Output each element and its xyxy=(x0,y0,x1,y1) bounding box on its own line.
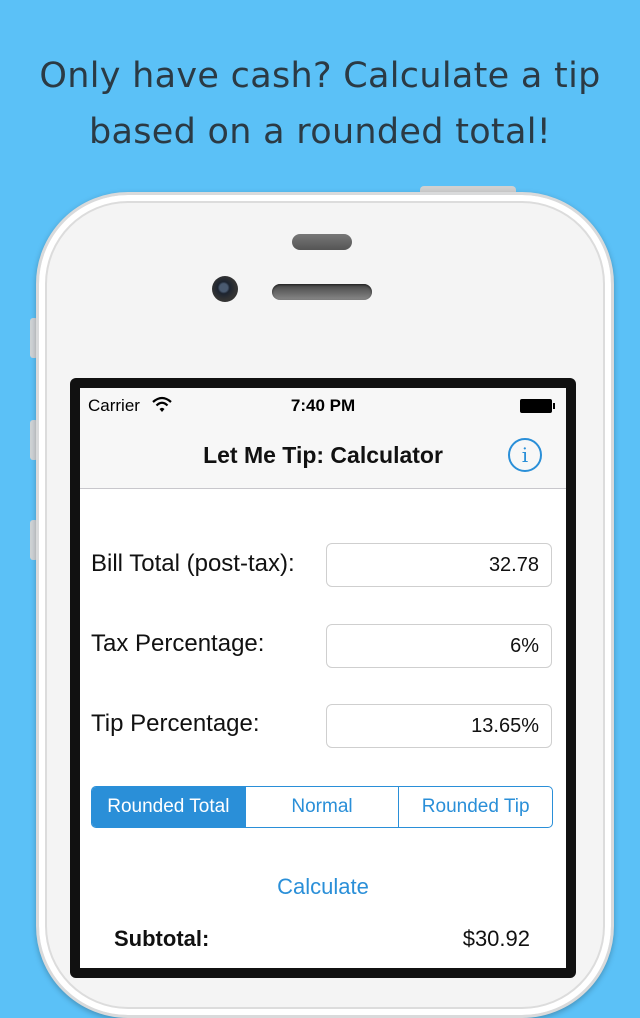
segment-normal[interactable]: Normal xyxy=(244,787,399,827)
subtotal-value: $30.92 xyxy=(462,926,530,951)
tax-percentage-field[interactable]: 6% xyxy=(326,624,552,668)
bill-total-label: Bill Total (post-tax): xyxy=(91,550,295,577)
battery-icon xyxy=(520,399,555,413)
status-bar: Carrier 7:40 PM xyxy=(80,388,566,424)
earpiece-speaker xyxy=(272,284,372,300)
phone-sensor xyxy=(292,234,352,250)
nav-title: Let Me Tip: Calculator xyxy=(203,442,443,468)
bill-total-field[interactable]: 32.78 xyxy=(326,543,552,587)
subtotal-label: Subtotal: xyxy=(114,926,210,951)
info-icon[interactable]: i xyxy=(508,438,542,472)
tip-mode-segmented-control: Rounded Total Normal Rounded Tip xyxy=(91,786,553,828)
app-screen: Carrier 7:40 PM Let Me Tip: Calculator i… xyxy=(80,388,566,968)
promo-headline: Only have cash? Calculate a tip based on… xyxy=(0,48,640,160)
front-camera-icon xyxy=(212,276,238,302)
tip-percentage-label: Tip Percentage: xyxy=(91,710,260,737)
tax-percentage-label: Tax Percentage: xyxy=(91,630,265,657)
calculate-button[interactable]: Calculate xyxy=(80,874,566,900)
segment-rounded-tip[interactable]: Rounded Tip xyxy=(398,787,552,827)
clock-time: 7:40 PM xyxy=(290,396,356,415)
segment-rounded-total[interactable]: Rounded Total xyxy=(92,787,245,827)
headline-line-1: Only have cash? Calculate a tip xyxy=(39,56,601,96)
tip-percentage-field[interactable]: 13.65% xyxy=(326,704,552,748)
navigation-bar: Let Me Tip: Calculator i xyxy=(80,424,566,489)
headline-line-2: based on a rounded total! xyxy=(88,112,552,152)
